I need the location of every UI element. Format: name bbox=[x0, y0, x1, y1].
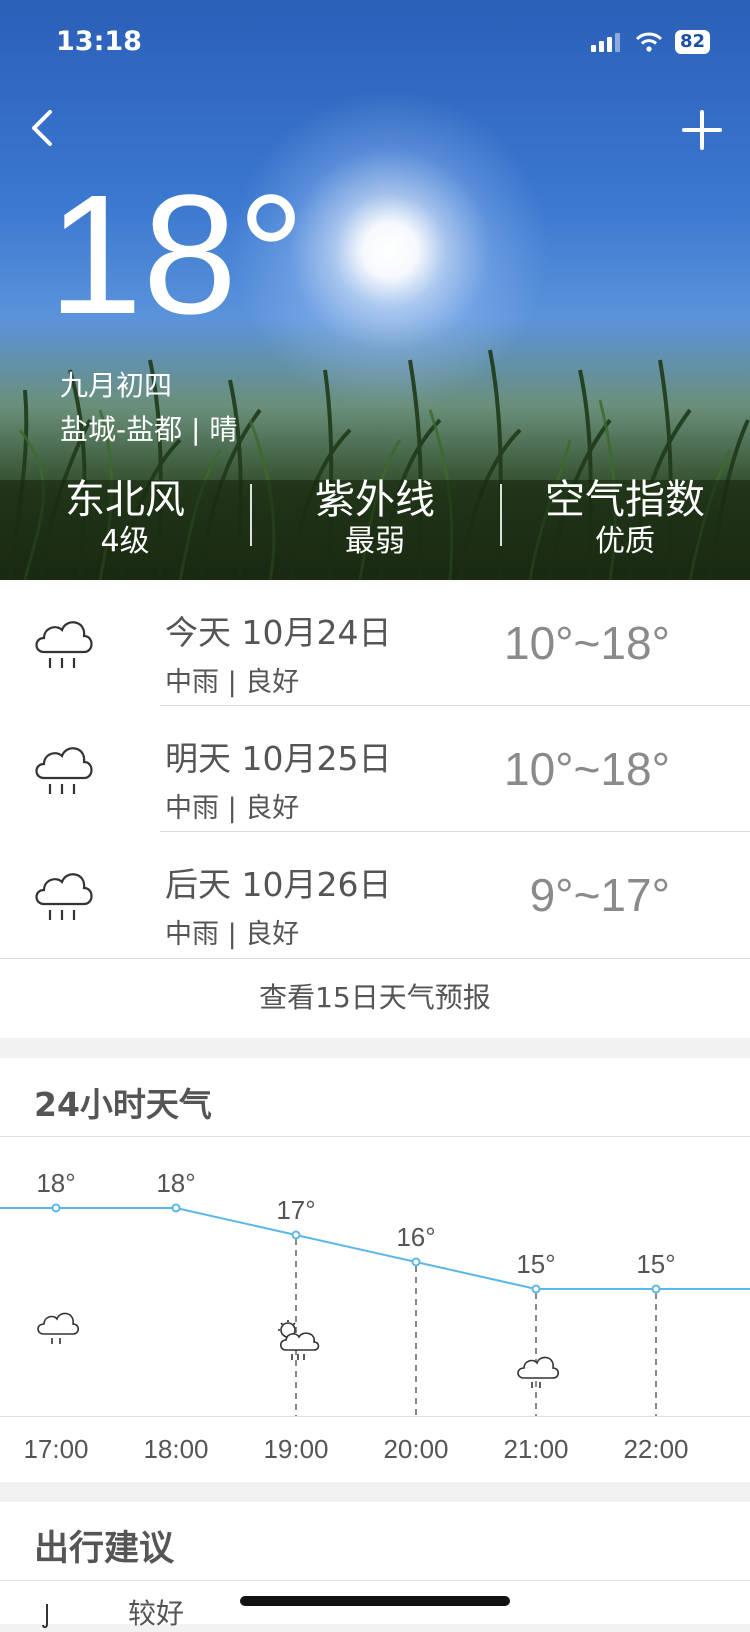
temperature-point bbox=[651, 1284, 661, 1294]
hourly-weather-card: 24小时天气 18° 18° 17° 16° 15° 15° 17:00 18:00 19:00… bbox=[0, 1058, 750, 1482]
stat-divider bbox=[500, 484, 502, 546]
wifi-icon bbox=[635, 32, 662, 52]
hour-tick-label: 22:00 bbox=[623, 1434, 688, 1464]
rain-cloud-icon bbox=[35, 747, 93, 794]
battery-indicator: 82 bbox=[674, 30, 710, 54]
view-15-day-forecast-link[interactable]: 查看15日天气预报 bbox=[0, 958, 750, 1039]
section-divider bbox=[0, 1580, 750, 1581]
home-indicator[interactable] bbox=[240, 1596, 510, 1606]
hero-banner: 13:18 82 18° 九月初四 盐城-盐都 | 晴 东北风 4级 紫外线 最… bbox=[0, 0, 750, 580]
day-temperature-range: 10°~18° bbox=[504, 743, 670, 795]
stat-title: 东北风 bbox=[65, 477, 185, 523]
rain-cloud-icon bbox=[517, 1356, 560, 1388]
day-condition: 中雨 | 良好 bbox=[165, 667, 300, 698]
day-date: 今天 10月24日 bbox=[165, 613, 392, 652]
lunar-date: 九月初四 bbox=[60, 369, 173, 402]
wind-stat[interactable]: 东北风 4级 bbox=[0, 474, 250, 574]
sun-rain-cloud-icon bbox=[278, 1320, 320, 1360]
travel-title: 出行建议 bbox=[34, 1529, 175, 1569]
rain-cloud-icon bbox=[37, 1312, 80, 1344]
uv-stat[interactable]: 紫外线 最弱 bbox=[250, 474, 500, 574]
temperature-point bbox=[411, 1257, 421, 1267]
hour-tick-label: 17:00 bbox=[23, 1434, 88, 1464]
day-condition: 中雨 | 良好 bbox=[165, 919, 300, 950]
temperature-point bbox=[531, 1284, 541, 1294]
stat-divider bbox=[250, 484, 252, 546]
hour-tick-label: 19:00 bbox=[263, 1434, 328, 1464]
temperature-point bbox=[171, 1203, 181, 1213]
day-condition: 中雨 | 良好 bbox=[165, 793, 300, 824]
hour-tick-label: 18:00 bbox=[143, 1434, 208, 1464]
add-city-button[interactable] bbox=[680, 108, 724, 152]
signal-icon bbox=[590, 33, 620, 52]
temperature-data-label: 15° bbox=[636, 1249, 675, 1279]
hourly-temperature-chart[interactable]: 18° 18° 17° 16° 15° 15° 17:00 18:00 19:00 20:00 21… bbox=[0, 1058, 750, 1482]
day-temperature-range: 10°~18° bbox=[504, 617, 670, 669]
status-icons: 82 bbox=[590, 30, 710, 54]
temperature-point bbox=[291, 1230, 301, 1240]
stat-title: 空气指数 bbox=[545, 477, 705, 523]
stat-title: 紫外线 bbox=[315, 477, 435, 523]
forecast-row-today[interactable]: 今天 10月24日 中雨 | 良好 10°~18° bbox=[0, 580, 750, 706]
hero-stats: 东北风 4级 紫外线 最弱 空气指数 优质 bbox=[0, 474, 750, 574]
back-button[interactable] bbox=[24, 108, 64, 148]
umbrella-icon bbox=[42, 1604, 48, 1629]
air-index-stat[interactable]: 空气指数 优质 bbox=[500, 474, 750, 574]
stat-value: 优质 bbox=[595, 524, 655, 559]
day-date: 明天 10月25日 bbox=[165, 739, 392, 778]
location-condition: 盐城-盐都 | 晴 bbox=[60, 413, 238, 446]
day-date: 后天 10月26日 bbox=[165, 865, 392, 904]
temperature-data-label: 18° bbox=[156, 1168, 195, 1198]
day-temperature-range: 9°~17° bbox=[529, 869, 670, 921]
rain-cloud-icon bbox=[35, 873, 93, 920]
forecast-row-day-after[interactable]: 后天 10月26日 中雨 | 良好 9°~17° bbox=[0, 832, 750, 958]
status-time: 13:18 bbox=[56, 26, 142, 57]
current-temperature: 18° bbox=[48, 160, 306, 350]
forecast-row-tomorrow[interactable]: 明天 10月25日 中雨 | 良好 10°~18° bbox=[0, 706, 750, 832]
temperature-data-label: 18° bbox=[36, 1168, 75, 1198]
temperature-data-label: 17° bbox=[276, 1195, 315, 1225]
temperature-point bbox=[51, 1203, 61, 1213]
temperature-data-label: 16° bbox=[396, 1222, 435, 1252]
temperature-data-label: 15° bbox=[516, 1249, 555, 1279]
stat-value: 4级 bbox=[100, 524, 150, 559]
forecast-list: 今天 10月24日 中雨 | 良好 10°~18° 明天 10月25日 中雨 |… bbox=[0, 580, 750, 1038]
stat-value: 最弱 bbox=[345, 524, 405, 559]
rain-cloud-icon bbox=[35, 621, 93, 668]
hour-tick-label: 21:00 bbox=[503, 1434, 568, 1464]
hour-tick-label: 20:00 bbox=[383, 1434, 448, 1464]
travel-value: 较好 bbox=[128, 1597, 185, 1630]
